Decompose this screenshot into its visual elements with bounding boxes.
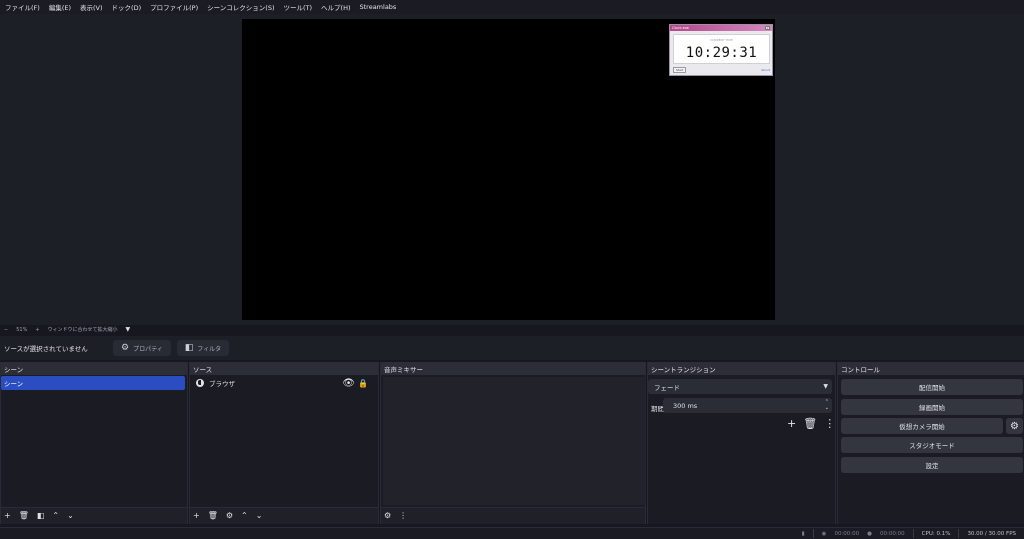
gear-icon: ⚙ — [1010, 420, 1019, 432]
clock-titlebar: Clock.exe × — [670, 25, 772, 31]
properties-label: プロパティ — [133, 345, 163, 353]
filter-icon: ◧ — [184, 343, 194, 353]
audio-mixer-toolbar: ⚙ ⋮ — [381, 507, 645, 524]
menu-file[interactable]: ファイル(F) — [2, 2, 46, 12]
preview-area: Clock.exe × CURRENT TIME 10:29:31 Start … — [0, 14, 1024, 325]
menu-profile[interactable]: プロファイル(P) — [147, 2, 204, 12]
gear-icon[interactable]: ⚙ — [226, 512, 233, 520]
stream-icon: ◉ — [821, 530, 827, 537]
status-separator — [912, 529, 914, 538]
sources-toolbar: + 🗑 ⚙ ⌃ ⌄ — [190, 507, 378, 524]
eye-icon[interactable]: 👁 — [342, 378, 355, 389]
source-item[interactable]: ブラウザ 👁 🔒 — [190, 375, 378, 391]
source-name: ブラウザ — [209, 380, 235, 388]
menu-bar: ファイル(F) 編集(E) 表示(V) ドック(D) プロファイル(P) シーン… — [0, 0, 1024, 14]
scene-item[interactable]: シーン — [1, 376, 185, 390]
filters-button[interactable]: ◧ フィルタ — [176, 340, 230, 356]
properties-button[interactable]: ⚙ プロパティ — [113, 340, 171, 356]
scenes-toolbar: + 🗑 ◧ ⌃ ⌄ — [1, 507, 187, 524]
gear-icon: ⚙ — [121, 343, 130, 353]
zoom-level: 51% — [16, 326, 28, 333]
zoom-in-button[interactable]: + — [35, 327, 39, 333]
menu-tools[interactable]: ツール(T) — [280, 2, 318, 12]
plus-icon[interactable]: + — [193, 512, 200, 520]
plus-icon[interactable]: + — [4, 512, 11, 520]
clock-window-capture[interactable]: Clock.exe × CURRENT TIME 10:29:31 Start … — [669, 24, 773, 76]
trash-icon[interactable]: 🗑 — [208, 512, 218, 520]
chevron-down-icon[interactable]: ⌄ — [256, 512, 263, 520]
scenes-dock: シーン シーン + 🗑 ◧ ⌃ ⌄ — [0, 362, 188, 524]
sources-dock-title: ソース — [190, 362, 378, 375]
zoom-fit-label: ウィンドウに合わせて拡大縮小 — [47, 327, 118, 333]
audio-mixer-title: 音声ミキサー — [381, 362, 645, 375]
preview-canvas[interactable]: Clock.exe × CURRENT TIME 10:29:31 Start … — [242, 19, 775, 320]
lock-icon[interactable]: 🔒 — [358, 379, 368, 388]
globe-icon — [196, 379, 204, 387]
zoom-out-button[interactable]: − — [4, 327, 8, 333]
transition-toolbar: + 🗑 ⋮ — [780, 417, 835, 430]
menu-streamlabs[interactable]: Streamlabs — [357, 3, 403, 11]
scene-transitions-title: シーントランジション — [648, 362, 835, 375]
spinner-icon[interactable]: ⌃ ⌄ — [825, 399, 829, 411]
duration-field[interactable]: 300 ms ⌃ ⌄ — [663, 398, 832, 413]
status-separator — [812, 529, 814, 538]
close-icon: × — [765, 26, 770, 30]
sources-dock: ソース ブラウザ 👁 🔒 + 🗑 ⚙ ⌃ ⌄ — [189, 362, 379, 524]
trash-icon[interactable]: 🗑 — [803, 417, 817, 430]
menu-view[interactable]: 表示(V) — [77, 2, 109, 12]
clock-footer: Start About — [673, 67, 770, 73]
cpu-usage: CPU: 0.1% — [921, 530, 951, 537]
studio-mode-button[interactable]: スタジオモード — [841, 437, 1023, 453]
transition-type-select[interactable]: フェード ▼ — [648, 379, 832, 394]
menu-edit[interactable]: 編集(E) — [46, 2, 77, 12]
menu-help[interactable]: ヘルプ(H) — [318, 2, 356, 12]
virtual-camera-settings-button[interactable]: ⚙ — [1006, 418, 1023, 434]
clock-time: 10:29:31 — [685, 45, 758, 61]
clock-start-button: Start — [673, 67, 687, 73]
audio-mixer-body — [383, 377, 646, 505]
plus-icon[interactable]: + — [787, 417, 796, 430]
more-icon[interactable]: ⋮ — [824, 417, 835, 430]
clock-about-link: About — [761, 68, 770, 72]
chevron-up-icon[interactable]: ⌃ — [52, 512, 59, 520]
more-icon[interactable]: ⋮ — [399, 512, 407, 520]
menu-scene-collection[interactable]: シーンコレクション(S) — [204, 2, 280, 12]
stream-time: 00:00:00 — [834, 530, 860, 537]
menu-dock[interactable]: ドック(D) — [109, 2, 148, 12]
preview-zoom-bar: − 51% + ウィンドウに合わせて拡大縮小 ▼ — [0, 325, 1024, 334]
record-icon: ● — [867, 530, 872, 537]
transition-type-value: フェード — [654, 383, 680, 392]
clock-title: Clock.exe — [672, 26, 689, 30]
start-recording-button[interactable]: 録画開始 — [841, 399, 1023, 415]
fps-readout: 30.00 / 30.00 FPS — [967, 530, 1016, 537]
gear-icon[interactable]: ⚙ — [384, 512, 391, 520]
chevron-down-icon[interactable]: ⌄ — [67, 512, 74, 520]
status-separator — [958, 529, 960, 538]
chevron-down-icon[interactable]: ▼ — [126, 326, 131, 333]
clock-face: CURRENT TIME 10:29:31 — [673, 34, 770, 64]
no-source-selected-label: ソースが選択されていません — [4, 345, 88, 353]
trash-icon[interactable]: 🗑 — [19, 512, 29, 520]
clock-subtitle: CURRENT TIME — [710, 38, 733, 42]
settings-button[interactable]: 設定 — [841, 457, 1023, 473]
duration-value: 300 ms — [673, 401, 698, 410]
chevron-down-icon: ▼ — [823, 383, 828, 390]
scenes-dock-title: シーン — [1, 362, 187, 375]
chevron-up-icon[interactable]: ⌃ — [241, 512, 248, 520]
start-virtual-camera-button[interactable]: 仮想カメラ開始 — [841, 418, 1003, 434]
record-time: 00:00:00 — [879, 530, 905, 537]
signal-icon: ▮ — [801, 530, 805, 537]
filter-icon[interactable]: ◧ — [37, 512, 45, 520]
context-bar: ソースが選択されていません ⚙ プロパティ ◧ フィルタ — [0, 336, 1024, 360]
filters-label: フィルタ — [197, 345, 222, 353]
status-bar: ▮ ◉ 00:00:00 ● 00:00:00 CPU: 0.1% 30.00 … — [0, 527, 1024, 539]
controls-title: コントロール — [838, 362, 1024, 375]
audio-mixer-dock: 音声ミキサー ⚙ ⋮ — [380, 362, 646, 524]
start-streaming-button[interactable]: 配信開始 — [841, 379, 1023, 395]
